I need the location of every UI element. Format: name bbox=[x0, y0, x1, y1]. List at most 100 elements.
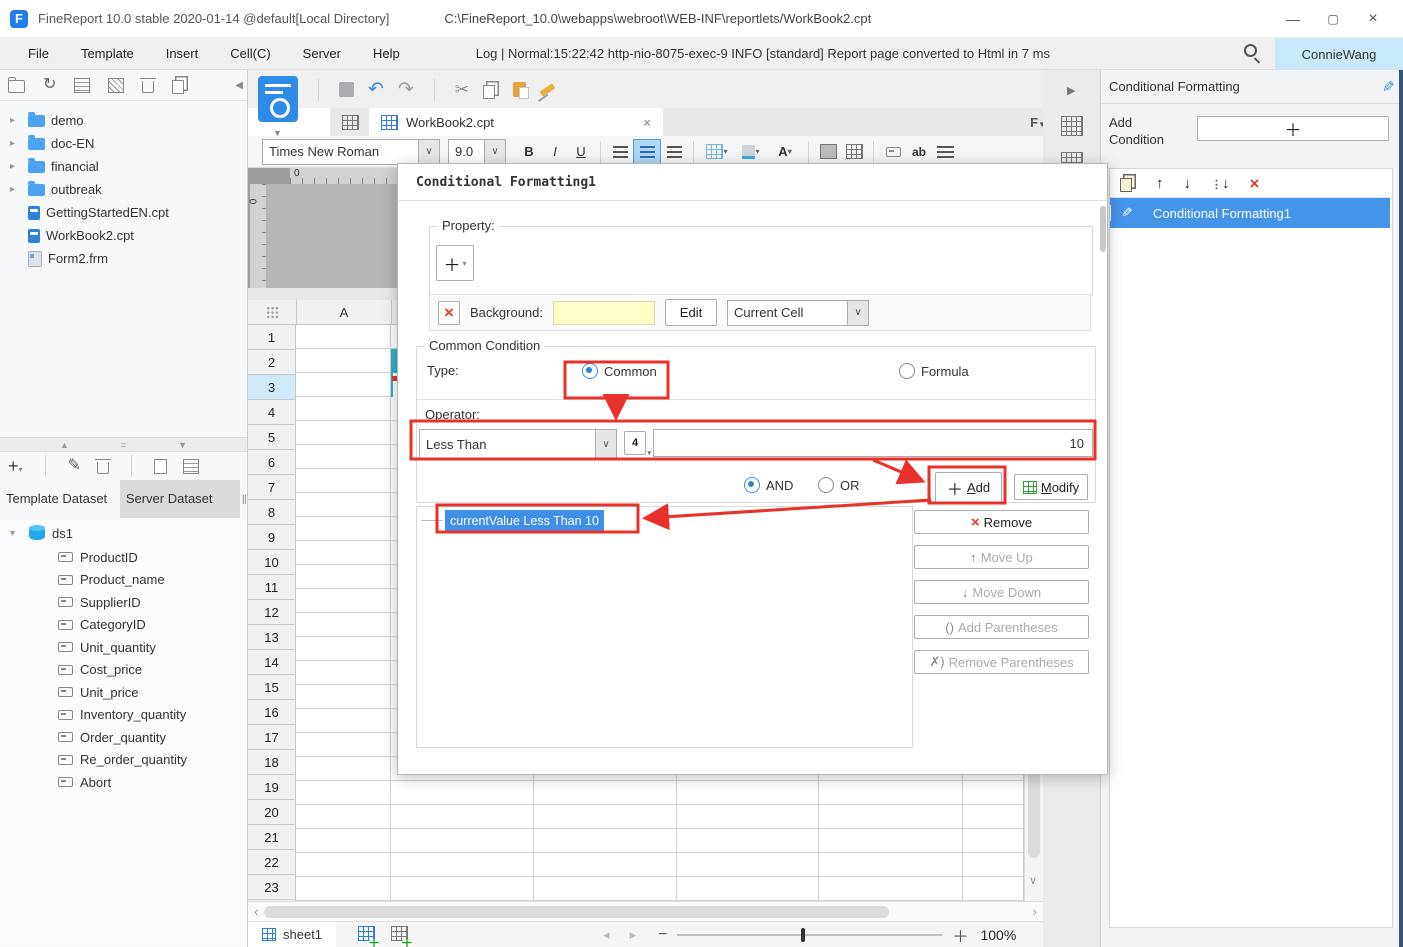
modify-condition-button[interactable]: Modify bbox=[1014, 474, 1088, 500]
dataset-field[interactable]: Inventory_quantity bbox=[0, 704, 247, 727]
row-header[interactable]: 13 bbox=[248, 625, 296, 650]
merge-cells-icon[interactable] bbox=[815, 140, 841, 164]
row-header[interactable]: 8 bbox=[248, 500, 296, 525]
dataset-field[interactable]: SupplierID bbox=[0, 591, 247, 614]
move-condition-down-icon[interactable]: ↓ bbox=[1184, 175, 1192, 192]
radio-common[interactable]: Common bbox=[582, 363, 657, 379]
row-header[interactable]: 11 bbox=[248, 575, 296, 600]
copy-toolbar-icon[interactable] bbox=[483, 84, 496, 99]
row-header[interactable]: 18 bbox=[248, 750, 296, 775]
row-header[interactable]: 10 bbox=[248, 550, 296, 575]
refresh-icon[interactable]: ↻ bbox=[43, 77, 56, 93]
sort-conditions-icon[interactable]: ⋮↓ bbox=[1211, 175, 1230, 192]
collapse-sidebar-icon[interactable]: ◀ bbox=[235, 80, 243, 91]
tab-workbook2[interactable]: WorkBook2.cpt × bbox=[369, 108, 663, 136]
dataset-field[interactable]: Unit_price bbox=[0, 681, 247, 704]
new-template-icon[interactable] bbox=[342, 114, 359, 130]
row-header[interactable]: 17 bbox=[248, 725, 296, 750]
font-size-select[interactable]: 9.0 ∨ bbox=[448, 138, 506, 165]
delete-condition-icon[interactable]: × bbox=[1250, 175, 1260, 192]
value-format-button[interactable]: 4 ▾ bbox=[624, 431, 651, 457]
row-header[interactable]: 16 bbox=[248, 700, 296, 725]
dataset-field[interactable]: CategoryID bbox=[0, 614, 247, 637]
row-header[interactable]: 6 bbox=[248, 450, 296, 475]
operator-dropdown-icon[interactable]: ∨ bbox=[595, 430, 616, 458]
row-header[interactable]: 5 bbox=[248, 425, 296, 450]
menu-item[interactable]: Help bbox=[357, 38, 416, 70]
add-form-sheet-icon[interactable]: ＋ bbox=[391, 925, 414, 947]
align-right-button[interactable] bbox=[661, 140, 687, 164]
dataset-node[interactable]: ▾ ds1 bbox=[0, 520, 247, 546]
scroll-right-icon[interactable]: › bbox=[1033, 904, 1037, 919]
sheet-tab[interactable]: sheet1 bbox=[248, 922, 337, 947]
paste-icon[interactable] bbox=[513, 82, 530, 99]
row-header[interactable]: 21 bbox=[248, 825, 296, 850]
condition-clause-list[interactable]: currentValue Less Than 10 bbox=[416, 506, 913, 748]
font-family-dropdown-icon[interactable]: ∨ bbox=[418, 139, 439, 164]
splitter-down-icon[interactable]: ▼ bbox=[178, 440, 187, 450]
file-tree-item[interactable]: Form2.frm bbox=[0, 247, 247, 270]
row-lines-icon[interactable] bbox=[932, 140, 958, 164]
add-dataset-icon[interactable]: +▾ bbox=[8, 456, 23, 477]
maximize-button[interactable]: ▢ bbox=[1313, 4, 1353, 34]
minimize-button[interactable]: — bbox=[1273, 4, 1313, 34]
scroll-left-icon[interactable]: ‹ bbox=[254, 904, 258, 919]
menu-item[interactable]: Template bbox=[65, 38, 150, 70]
radio-common-icon[interactable] bbox=[582, 363, 598, 379]
dataset-caret-icon[interactable]: ▾ bbox=[10, 528, 22, 539]
scroll-down-icon[interactable]: ∨ bbox=[1029, 874, 1037, 887]
move-condition-up-icon[interactable]: ↑ bbox=[1156, 175, 1164, 192]
dataset-field[interactable]: Cost_price bbox=[0, 659, 247, 682]
row-header[interactable]: 19 bbox=[248, 775, 296, 800]
align-left-button[interactable] bbox=[607, 140, 633, 164]
zoom-in-icon[interactable]: ＋ bbox=[952, 923, 968, 947]
remove-parentheses-button[interactable]: ✗) Remove Parentheses bbox=[914, 650, 1089, 674]
move-up-button[interactable]: ↑ Move Up bbox=[914, 545, 1089, 569]
format-painter-icon[interactable] bbox=[539, 82, 556, 97]
remove-property-button[interactable]: × bbox=[438, 300, 460, 325]
template-preview-button[interactable] bbox=[258, 76, 298, 122]
row-header[interactable]: 22 bbox=[248, 850, 296, 875]
duplicate-condition-icon[interactable] bbox=[1120, 178, 1132, 192]
edit-background-button[interactable]: Edit bbox=[665, 299, 717, 326]
delete-dataset-icon[interactable] bbox=[94, 458, 111, 474]
row-header[interactable]: 4 bbox=[248, 400, 296, 425]
dataset-field[interactable]: Product_name bbox=[0, 569, 247, 592]
remove-clause-button[interactable]: × Remove bbox=[914, 510, 1089, 534]
move-down-button[interactable]: ↓ Move Down bbox=[914, 580, 1089, 604]
splitter-up-icon[interactable]: ▲ bbox=[60, 440, 69, 450]
zoom-slider[interactable] bbox=[677, 927, 943, 942]
select-all-cells-button[interactable] bbox=[248, 300, 297, 324]
preview-dataset-icon[interactable] bbox=[153, 458, 167, 474]
search-icon[interactable] bbox=[1244, 44, 1257, 57]
prev-sheet-icon[interactable]: ◂ bbox=[603, 927, 610, 943]
delete-icon[interactable] bbox=[140, 77, 157, 93]
undo-icon[interactable]: ↶ bbox=[368, 78, 384, 101]
switch-directory-icon[interactable] bbox=[7, 76, 25, 93]
radio-or-icon[interactable] bbox=[818, 477, 834, 493]
menu-item[interactable]: Cell(C) bbox=[214, 38, 286, 70]
zoom-slider-handle[interactable] bbox=[801, 927, 806, 942]
dataset-field[interactable]: Abort bbox=[0, 771, 247, 794]
dataset-field[interactable]: Re_order_quantity bbox=[0, 749, 247, 772]
operator-select[interactable]: Less Than ∨ bbox=[419, 429, 617, 459]
background-color-swatch[interactable] bbox=[553, 300, 655, 325]
copy-icon[interactable] bbox=[172, 80, 185, 94]
row-header[interactable]: 20 bbox=[248, 800, 296, 825]
dialog-scrollbar-thumb[interactable] bbox=[1100, 206, 1106, 252]
user-badge[interactable]: ConnieWang bbox=[1275, 38, 1403, 70]
zoom-out-icon[interactable]: − bbox=[658, 926, 667, 944]
condition-clause-item[interactable]: currentValue Less Than 10 bbox=[445, 510, 604, 531]
row-header[interactable]: 1 bbox=[248, 325, 296, 350]
row-header[interactable]: 9 bbox=[248, 525, 296, 550]
file-tree-item[interactable]: GettingStartedEN.cpt bbox=[0, 201, 247, 224]
underline-button[interactable]: U bbox=[568, 140, 594, 164]
condition-list-item-selected[interactable]: ✎ Conditional Formatting1 bbox=[1110, 198, 1390, 228]
italic-button[interactable]: I bbox=[542, 140, 568, 164]
tab-server-dataset[interactable]: Server Dataset bbox=[119, 480, 240, 518]
panel-edit-pencil-icon[interactable]: ✎ bbox=[1382, 78, 1395, 96]
align-center-button[interactable] bbox=[633, 138, 661, 165]
file-tree-item[interactable]: WorkBook2.cpt bbox=[0, 224, 247, 247]
file-tree-item[interactable]: doc-EN bbox=[0, 132, 247, 155]
row-header[interactable]: 3 bbox=[248, 375, 296, 400]
